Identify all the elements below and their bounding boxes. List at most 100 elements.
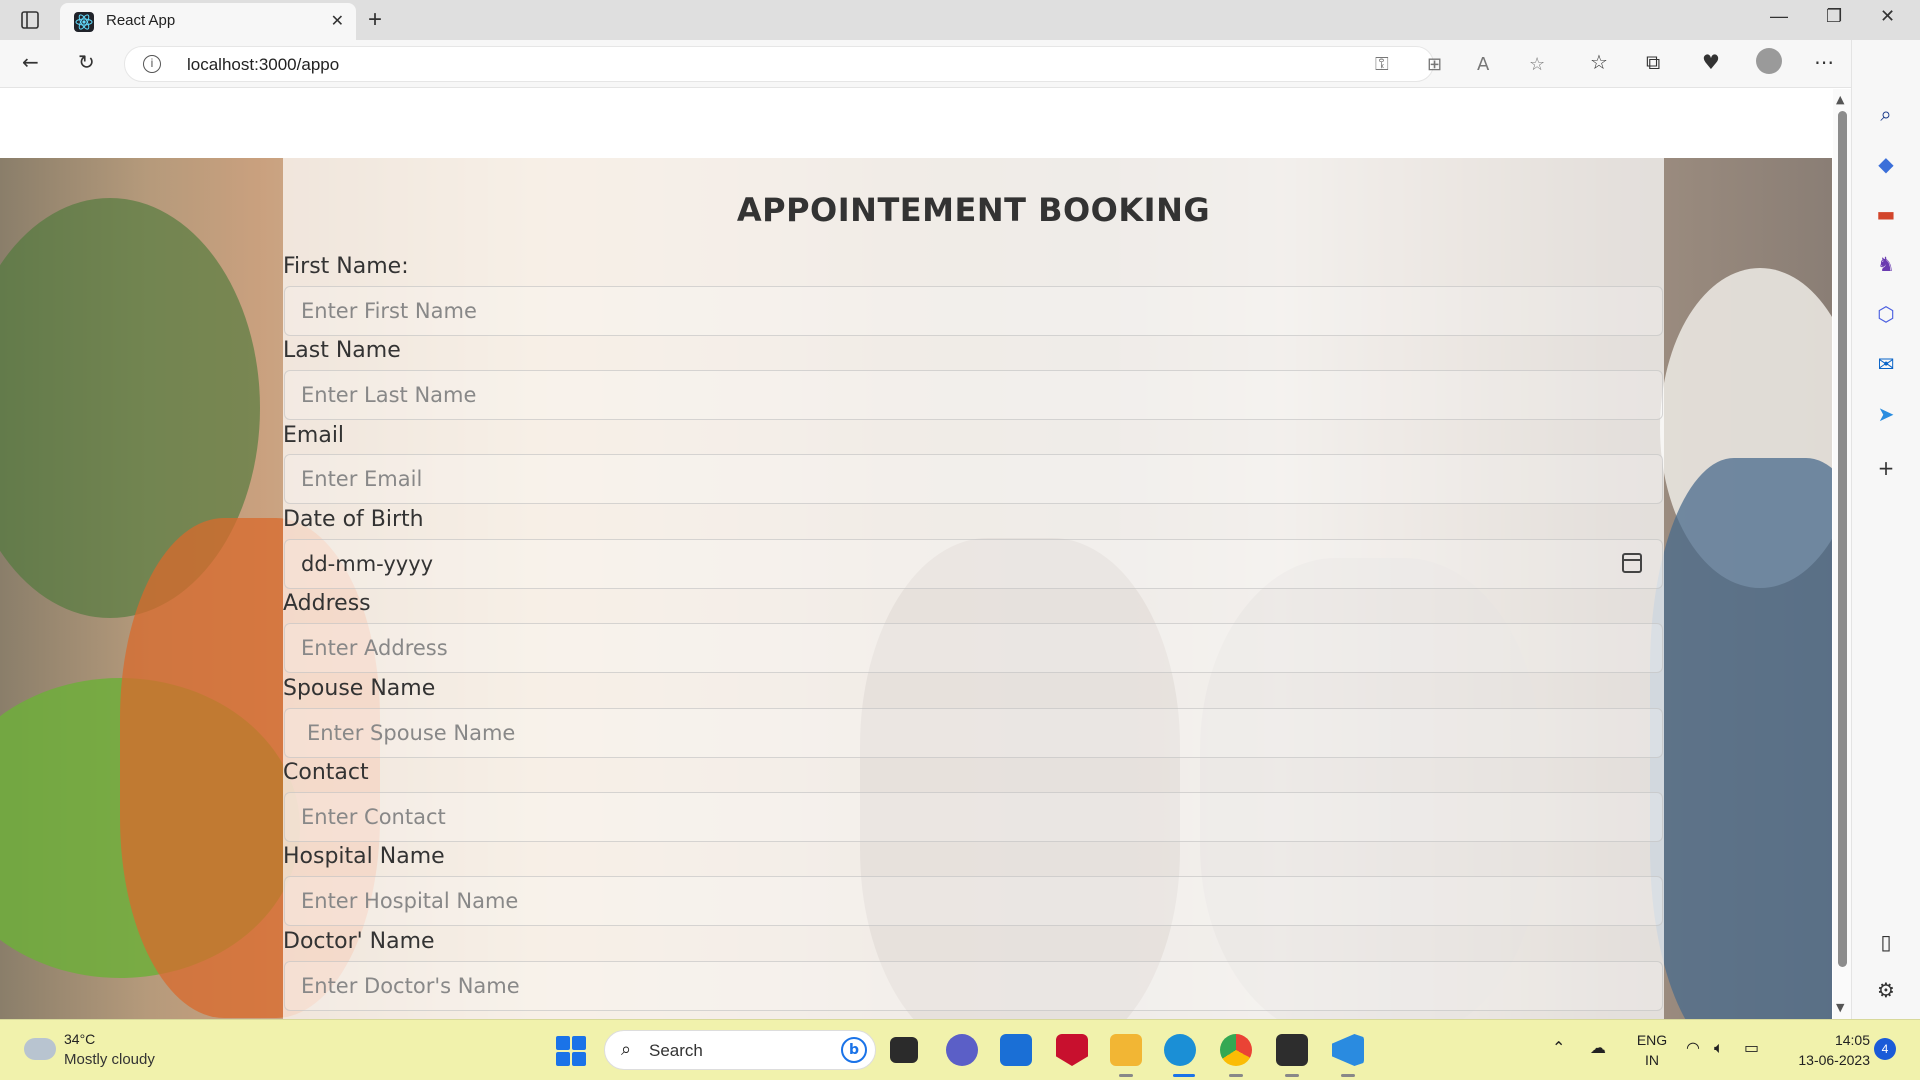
- spouse-name-label: Spouse Name: [283, 676, 436, 701]
- profile-avatar[interactable]: [1756, 48, 1782, 74]
- add-icon[interactable]: +: [1874, 456, 1898, 480]
- taskbar-search[interactable]: ⌕ Search b: [604, 1030, 876, 1070]
- teams-chat-icon[interactable]: [946, 1034, 978, 1066]
- weather-temperature[interactable]: 34°C: [64, 1031, 95, 1047]
- doctor-name-input[interactable]: Enter Doctor's Name: [284, 961, 1663, 1011]
- windows-taskbar: 34°C Mostly cloudy ⌕ Search b ⌃ ☁ ENG IN…: [0, 1019, 1920, 1080]
- spouse-name-input[interactable]: Enter Spouse Name: [284, 708, 1663, 758]
- bing-icon[interactable]: b: [841, 1037, 867, 1063]
- read-aloud-icon[interactable]: A: [1477, 54, 1489, 75]
- clock-date[interactable]: 13-06-2023: [1782, 1052, 1870, 1068]
- address-input[interactable]: Enter Address: [284, 623, 1663, 673]
- shopping-tag-icon[interactable]: ◆: [1874, 152, 1898, 176]
- browser-toolbar: ← ↻ i localhost:3000/appo ⚿ ⊞ A ☆ ☆ ⧉ ♥ …: [0, 40, 1920, 88]
- page-scrollbar[interactable]: ▲ ▼: [1833, 89, 1851, 1019]
- info-icon[interactable]: i: [143, 55, 161, 73]
- outlook-icon[interactable]: ✉: [1874, 352, 1898, 376]
- more-menu-icon[interactable]: ⋯: [1814, 50, 1834, 74]
- background-photo: APPOINTEMENT BOOKING First Name: Enter F…: [0, 158, 1832, 1019]
- app-available-icon[interactable]: ⊞: [1427, 54, 1442, 75]
- man-jacket-shape: [1650, 458, 1832, 1019]
- contact-label: Contact: [283, 760, 369, 785]
- first-name-input[interactable]: Enter First Name: [284, 286, 1663, 336]
- back-icon[interactable]: ←: [22, 50, 39, 74]
- search-label: Search: [649, 1041, 703, 1060]
- games-icon[interactable]: ♞: [1874, 252, 1898, 276]
- terminal-icon[interactable]: [1276, 1034, 1308, 1066]
- tools-icon[interactable]: ▬: [1874, 202, 1898, 226]
- close-window-icon[interactable]: ✕: [1880, 6, 1895, 27]
- address-placeholder: Enter Address: [301, 636, 448, 660]
- chrome-icon[interactable]: [1220, 1034, 1252, 1066]
- key-icon[interactable]: ⚿: [1375, 54, 1389, 75]
- dob-input[interactable]: dd-mm-yyyy: [284, 539, 1663, 589]
- doctor-name-placeholder: Enter Doctor's Name: [301, 974, 520, 998]
- vscode-icon[interactable]: [1332, 1034, 1364, 1066]
- vscode-indicator: [1341, 1074, 1355, 1077]
- clock-time[interactable]: 14:05: [1782, 1032, 1870, 1048]
- first-name-label: First Name:: [283, 254, 409, 279]
- page-viewport: APPOINTEMENT BOOKING First Name: Enter F…: [0, 89, 1832, 1019]
- microsoft-365-icon[interactable]: ⬡: [1874, 302, 1898, 326]
- scroll-thumb[interactable]: [1838, 111, 1847, 967]
- address-bar[interactable]: i localhost:3000/appo ⚿ ⊞ A ☆: [124, 46, 1545, 82]
- file-explorer-icon[interactable]: [1110, 1034, 1142, 1066]
- sidebar-toggle-icon[interactable]: ▯: [1874, 930, 1898, 954]
- tab-title: React App: [106, 12, 176, 29]
- scroll-down-icon[interactable]: ▼: [1836, 1001, 1844, 1014]
- wifi-icon[interactable]: ◠: [1686, 1038, 1700, 1057]
- doctor-name-label: Doctor' Name: [283, 929, 435, 954]
- onedrive-icon[interactable]: ☁: [1590, 1038, 1606, 1057]
- maximize-icon[interactable]: ❐: [1826, 6, 1842, 27]
- cloud-icon[interactable]: [24, 1038, 56, 1060]
- browser-essentials-icon[interactable]: ♥: [1702, 50, 1720, 74]
- address-label: Address: [283, 591, 371, 616]
- start-button[interactable]: [556, 1036, 586, 1066]
- tab-actions-icon[interactable]: [16, 8, 44, 32]
- calendar-icon[interactable]: [1622, 553, 1642, 573]
- notification-badge[interactable]: 4: [1874, 1038, 1896, 1060]
- terminal-indicator: [1285, 1074, 1299, 1077]
- refresh-icon[interactable]: ↻: [78, 50, 95, 74]
- minimize-icon[interactable]: —: [1770, 6, 1788, 27]
- chevron-up-icon[interactable]: ⌃: [1552, 1038, 1565, 1057]
- url-text[interactable]: localhost:3000/appo: [187, 55, 339, 75]
- react-icon: [74, 12, 94, 32]
- contact-input[interactable]: Enter Contact: [284, 792, 1663, 842]
- settings-icon[interactable]: ⚙: [1874, 978, 1898, 1002]
- favorite-star-icon[interactable]: ☆: [1529, 54, 1545, 75]
- mcafee-icon[interactable]: [1056, 1034, 1088, 1066]
- search-icon[interactable]: ⌕: [1874, 102, 1898, 126]
- new-tab-button[interactable]: +: [368, 6, 382, 34]
- page-title: APPOINTEMENT BOOKING: [736, 191, 1211, 229]
- spouse-name-placeholder: Enter Spouse Name: [307, 721, 516, 745]
- dob-value: dd-mm-yyyy: [301, 552, 434, 576]
- last-name-label: Last Name: [283, 338, 401, 363]
- scroll-up-icon[interactable]: ▲: [1836, 93, 1844, 106]
- last-name-input[interactable]: Enter Last Name: [284, 370, 1663, 420]
- store-icon[interactable]: [1000, 1034, 1032, 1066]
- search-icon: ⌕: [621, 1039, 632, 1060]
- battery-icon[interactable]: ▭: [1744, 1038, 1759, 1057]
- edge-indicator: [1173, 1074, 1195, 1077]
- email-label: Email: [283, 423, 345, 448]
- hospital-name-placeholder: Enter Hospital Name: [301, 889, 519, 913]
- contact-placeholder: Enter Contact: [301, 805, 446, 829]
- browser-tab-bar: React App ✕ + — ❐ ✕: [0, 0, 1920, 40]
- hospital-name-input[interactable]: Enter Hospital Name: [284, 876, 1663, 926]
- task-view-icon[interactable]: [890, 1037, 918, 1063]
- language-bottom[interactable]: IN: [1634, 1052, 1670, 1068]
- chrome-indicator: [1229, 1074, 1243, 1077]
- language-top[interactable]: ENG: [1634, 1032, 1670, 1048]
- edge-icon[interactable]: [1164, 1034, 1196, 1066]
- favorites-icon[interactable]: ☆: [1590, 50, 1608, 74]
- edge-sidebar: ⌕ ◆ ▬ ♞ ⬡ ✉ ➤ + ▯ ⚙: [1851, 40, 1920, 1019]
- send-icon[interactable]: ➤: [1874, 402, 1898, 426]
- collections-icon[interactable]: ⧉: [1646, 50, 1660, 74]
- volume-icon[interactable]: 🔈︎: [1714, 1038, 1724, 1058]
- tab-react-app[interactable]: React App ✕: [60, 3, 356, 40]
- email-placeholder: Enter Email: [301, 467, 423, 491]
- email-input[interactable]: Enter Email: [284, 454, 1663, 504]
- weather-description[interactable]: Mostly cloudy: [64, 1051, 155, 1068]
- close-icon[interactable]: ✕: [331, 11, 344, 30]
